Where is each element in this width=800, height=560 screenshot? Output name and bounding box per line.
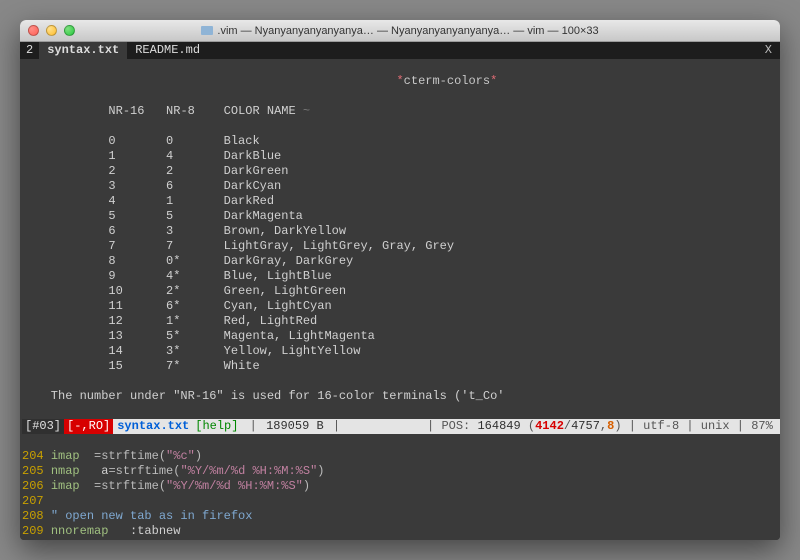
color-row: 6 3 Brown, DarkYellow: [22, 224, 780, 239]
sl-help: [help]: [193, 419, 240, 434]
vimrc-line: 207: [22, 494, 780, 509]
sl-flags: [-,RO]: [64, 419, 113, 434]
tag-star: *: [490, 74, 497, 88]
zoom-icon[interactable]: [64, 25, 75, 36]
tag-name: cterm-colors: [404, 74, 490, 88]
color-table: 0 0 Black 1 4 DarkBlue 2 2 DarkGreen 3 6…: [22, 134, 780, 374]
header-nr16: NR-16: [108, 104, 144, 118]
vimrc-line: 206 imap =strftime("%Y/%m/%d %H:%M:%S"): [22, 479, 780, 494]
color-row: 10 2* Green, LightGreen: [22, 284, 780, 299]
color-row: 11 6* Cyan, LightCyan: [22, 299, 780, 314]
color-row: 8 0* DarkGray, DarkGrey: [22, 254, 780, 269]
color-row: 3 6 DarkCyan: [22, 179, 780, 194]
header-nr8: NR-8: [166, 104, 195, 118]
tab-syntax[interactable]: syntax.txt: [39, 42, 127, 59]
vimrc-line: 210 inoremap :tabnew: [22, 539, 780, 540]
sl-line: 4142: [535, 419, 564, 433]
color-row: 5 5 DarkMagenta: [22, 209, 780, 224]
tag-star: *: [396, 74, 403, 88]
color-row: 2 2 DarkGreen: [22, 164, 780, 179]
color-row: 0 0 Black: [22, 134, 780, 149]
window-title-text: .vim — Nyanyanyanyanyanya… — Nyanyanyany…: [217, 25, 598, 37]
table-header: NR-16 NR-8 COLOR NAME ~: [22, 104, 780, 119]
note-line: The number under "NR-16" is used for 16-…: [22, 389, 780, 404]
color-row: 7 7 LightGray, LightGrey, Gray, Grey: [22, 239, 780, 254]
tab-count: 2: [20, 42, 39, 59]
terminal-body[interactable]: *cterm-colors* NR-16 NR-8 COLOR NAME ~ 0…: [20, 59, 780, 540]
close-icon[interactable]: [28, 25, 39, 36]
color-row: 4 1 DarkRed: [22, 194, 780, 209]
vimrc-line: 204 imap =strftime("%c"): [22, 449, 780, 464]
sl-bufnum: [#03]: [22, 419, 64, 434]
sl-bytes: 189059 B: [266, 419, 324, 434]
vimrc-line: 205 nmap a=strftime("%Y/%m/%d %H:%M:%S"): [22, 464, 780, 479]
sl-percent: 87%: [751, 419, 773, 433]
folder-icon: [201, 26, 213, 35]
color-row: 15 7* White: [22, 359, 780, 374]
sl-sep: |: [240, 419, 266, 434]
tab-close-button[interactable]: X: [757, 42, 780, 59]
color-row: 13 5* Magenta, LightMagenta: [22, 329, 780, 344]
vim-tabbar: 2 syntax.txt README.md X: [20, 42, 780, 59]
color-row: 14 3* Yellow, LightYellow: [22, 344, 780, 359]
statusline-top: [#03][-,RO]syntax.txt [help] | 189059 B …: [22, 419, 780, 434]
color-row: 9 4* Blue, LightBlue: [22, 269, 780, 284]
tab-readme[interactable]: README.md: [127, 42, 208, 59]
sl-col: 8: [607, 419, 614, 433]
macos-titlebar[interactable]: .vim — Nyanyanyanyanyanya… — Nyanyanyany…: [20, 20, 780, 42]
sl-enc: utf-8: [643, 419, 679, 433]
sl-total-lines: 4757: [571, 419, 600, 433]
vimrc-line: 209 nnoremap :tabnew: [22, 524, 780, 539]
sl-filename: syntax.txt: [113, 419, 193, 434]
terminal-window: .vim — Nyanyanyanyanyanya… — Nyanyanyany…: [20, 20, 780, 540]
color-row: 12 1* Red, LightRed: [22, 314, 780, 329]
sl-ff: unix: [701, 419, 730, 433]
sl-pos-byte: 164849: [477, 419, 520, 433]
vimrc-pane: 204 imap =strftime("%c")205 nmap a=strft…: [22, 449, 780, 540]
sl-right: | POS: 164849 (4142/4757,8) | utf-8 | un…: [427, 419, 780, 434]
window-title: .vim — Nyanyanyanyanyanya… — Nyanyanyany…: [20, 25, 780, 37]
traffic-lights: [28, 25, 75, 36]
color-row: 1 4 DarkBlue: [22, 149, 780, 164]
sl-pos-label: POS:: [441, 419, 470, 433]
header-colorname: COLOR NAME: [224, 104, 296, 118]
tag-line: *cterm-colors*: [22, 74, 780, 89]
header-tilde: ~: [303, 104, 310, 118]
vimrc-line: 208 " open new tab as in firefox: [22, 509, 780, 524]
minimize-icon[interactable]: [46, 25, 57, 36]
